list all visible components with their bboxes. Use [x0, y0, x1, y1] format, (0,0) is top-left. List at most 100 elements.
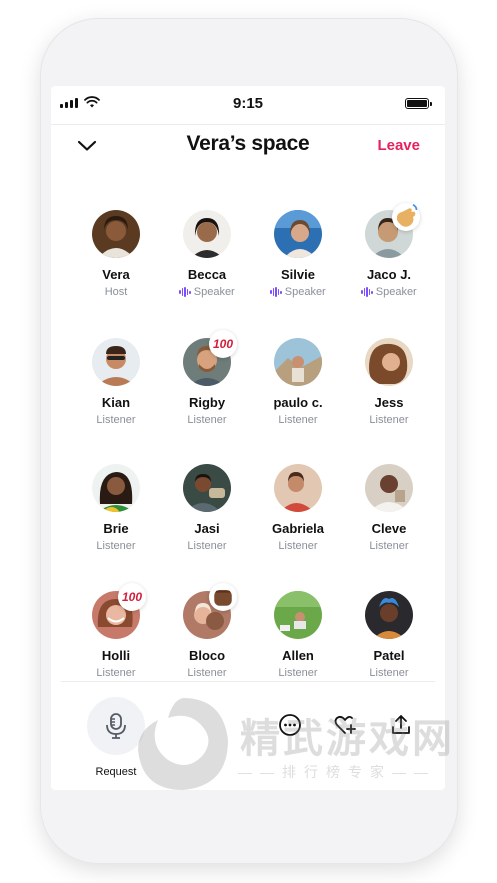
avatar-jaco	[365, 203, 420, 258]
more-button[interactable]	[276, 711, 304, 739]
participant-role: Listener	[70, 667, 162, 679]
role-label: Speaker	[284, 286, 326, 298]
wave-emoji-icon	[392, 203, 420, 231]
react-button[interactable]	[331, 711, 359, 739]
role-label: Listener	[278, 540, 318, 552]
participant-vera[interactable]: Vera Host	[70, 210, 162, 298]
participant-name: Becca	[187, 267, 227, 282]
avatar-holli: 100	[92, 583, 146, 639]
hundred-emoji-icon: 100	[118, 583, 146, 611]
avatar-gabriela	[274, 464, 322, 512]
role-label: Listener	[278, 667, 318, 679]
participant-role: Listener	[252, 540, 344, 552]
participant-jess[interactable]: Jess Listener	[343, 338, 435, 426]
participant-name: Jasi	[194, 521, 220, 536]
avatar-patel	[365, 591, 413, 639]
avatar-becca	[183, 210, 231, 258]
role-label: Listener	[369, 540, 409, 552]
role-label: Host	[104, 286, 128, 298]
fist-emoji-icon	[209, 583, 237, 611]
participant-name: Bloco	[188, 648, 226, 663]
participant-name: Cleve	[371, 521, 407, 536]
status-time: 9:15	[232, 95, 264, 112]
participant-kian[interactable]: Kian Listener	[70, 338, 162, 426]
heart-plus-icon	[334, 715, 356, 734]
participant-name: Kian	[101, 395, 131, 410]
participant-role: Listener	[161, 667, 253, 679]
participant-jasi[interactable]: Jasi Listener	[161, 464, 253, 552]
participant-gabriela[interactable]: Gabriela Listener	[252, 464, 344, 552]
role-label: Listener	[96, 540, 136, 552]
request-label: Request	[95, 766, 137, 778]
avatar-jasi	[183, 464, 231, 512]
participant-name: Vera	[102, 267, 130, 282]
participant-silvie[interactable]: Silvie Speaker	[252, 210, 344, 298]
participant-allen[interactable]: Allen Listener	[252, 591, 344, 679]
avatar-paulo	[274, 338, 322, 386]
role-label: Listener	[187, 667, 227, 679]
participant-role: Listener	[161, 414, 253, 426]
speaker-waveform-icon	[361, 287, 373, 297]
speaker-waveform-icon	[270, 287, 282, 297]
avatar-jess	[365, 338, 413, 386]
status-bar: 9:15	[51, 86, 445, 122]
participant-jaco[interactable]: Jaco J. Speaker	[343, 203, 435, 298]
participant-role: Host	[70, 286, 162, 298]
participant-role: Listener	[252, 667, 344, 679]
participant-holli[interactable]: 100 Holli Listener	[70, 583, 162, 679]
role-label: Listener	[369, 667, 409, 679]
participant-name: Patel	[373, 648, 405, 663]
participant-rigby[interactable]: 100 Rigby Listener	[161, 330, 253, 426]
participant-role: Speaker	[161, 286, 253, 298]
participant-role: Listener	[343, 667, 435, 679]
participant-paulo[interactable]: paulo c. Listener	[252, 338, 344, 426]
speaker-waveform-icon	[179, 287, 191, 297]
share-icon	[392, 715, 410, 734]
participant-name: Brie	[103, 521, 129, 536]
participant-name: Allen	[282, 648, 314, 663]
role-label: Speaker	[375, 286, 417, 298]
avatar-bloco	[183, 583, 237, 639]
participant-cleve[interactable]: Cleve Listener	[343, 464, 435, 552]
participant-role: Listener	[70, 540, 162, 552]
role-label: Listener	[369, 414, 409, 426]
role-label: Speaker	[193, 286, 235, 298]
participant-brie[interactable]: Brie Listener	[70, 464, 162, 552]
participant-name: Jaco J.	[366, 267, 412, 282]
role-label: Listener	[96, 667, 136, 679]
role-label: Listener	[278, 414, 318, 426]
battery-icon	[405, 98, 432, 109]
participant-bloco[interactable]: Bloco Listener	[161, 583, 253, 679]
participant-name: paulo c.	[273, 395, 323, 410]
participant-role: Listener	[343, 414, 435, 426]
avatar-rigby: 100	[183, 330, 237, 386]
participant-role: Speaker	[252, 286, 344, 298]
participant-role: Listener	[252, 414, 344, 426]
more-icon	[279, 714, 301, 736]
participant-name: Silvie	[281, 267, 315, 282]
request-mic-button[interactable]	[87, 697, 145, 755]
hundred-emoji-icon: 100	[209, 330, 237, 358]
participant-role: Listener	[161, 540, 253, 552]
avatar-vera	[92, 210, 140, 258]
role-label: Listener	[187, 540, 227, 552]
participant-becca[interactable]: Becca Speaker	[161, 210, 253, 298]
participant-role: Listener	[343, 540, 435, 552]
bottom-divider	[61, 681, 435, 682]
participant-name: Jess	[374, 395, 404, 410]
participant-patel[interactable]: Patel Listener	[343, 591, 435, 679]
avatar-cleve	[365, 464, 413, 512]
avatar-kian	[92, 338, 140, 386]
microphone-icon	[106, 713, 126, 739]
participant-name: Holli	[101, 648, 131, 663]
avatar-brie	[92, 464, 140, 512]
space-screen: 9:15 Vera’s space Leave Vera Host Becca …	[51, 86, 445, 790]
share-button[interactable]	[387, 711, 415, 739]
avatar-silvie	[274, 210, 322, 258]
role-label: Listener	[187, 414, 227, 426]
avatar-allen	[274, 591, 322, 639]
role-label: Listener	[96, 414, 136, 426]
leave-button[interactable]: Leave	[377, 137, 420, 154]
header-divider	[51, 124, 445, 125]
participant-role: Speaker	[343, 286, 435, 298]
